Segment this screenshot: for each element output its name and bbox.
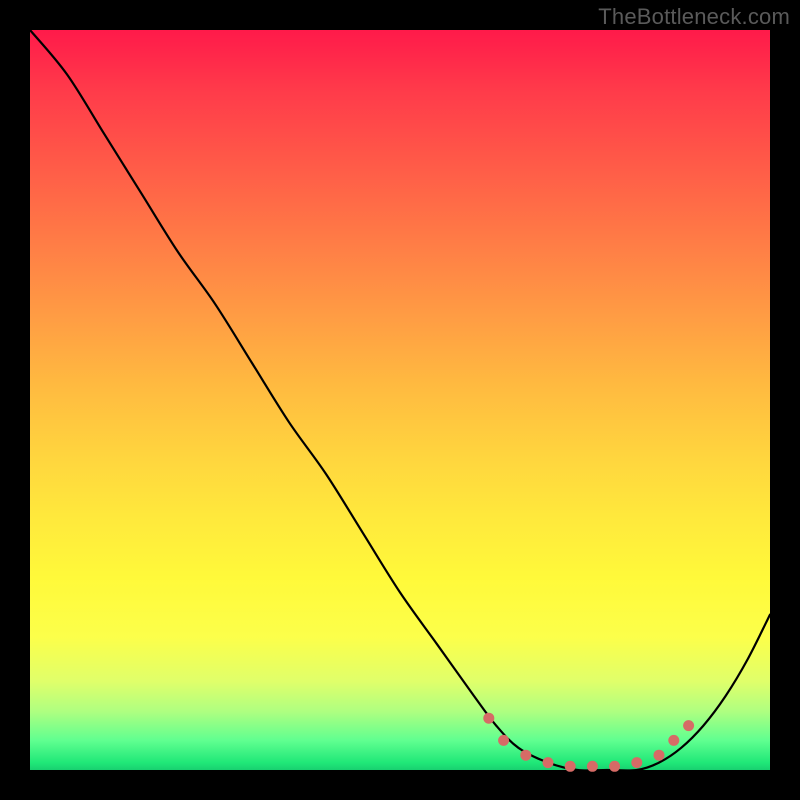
- chart-frame: TheBottleneck.com: [0, 0, 800, 800]
- curve-markers: [483, 713, 694, 772]
- curve-marker: [565, 761, 576, 772]
- curve-marker: [683, 720, 694, 731]
- curve-marker: [483, 713, 494, 724]
- curve-marker: [609, 761, 620, 772]
- curve-marker: [587, 761, 598, 772]
- curve-marker: [543, 757, 554, 768]
- curve-marker: [631, 757, 642, 768]
- curve-marker: [498, 735, 509, 746]
- watermark-text: TheBottleneck.com: [598, 4, 790, 30]
- curve-svg: [30, 30, 770, 770]
- curve-marker: [520, 750, 531, 761]
- curve-marker: [654, 750, 665, 761]
- bottleneck-curve: [30, 30, 770, 771]
- plot-area: [30, 30, 770, 770]
- curve-marker: [668, 735, 679, 746]
